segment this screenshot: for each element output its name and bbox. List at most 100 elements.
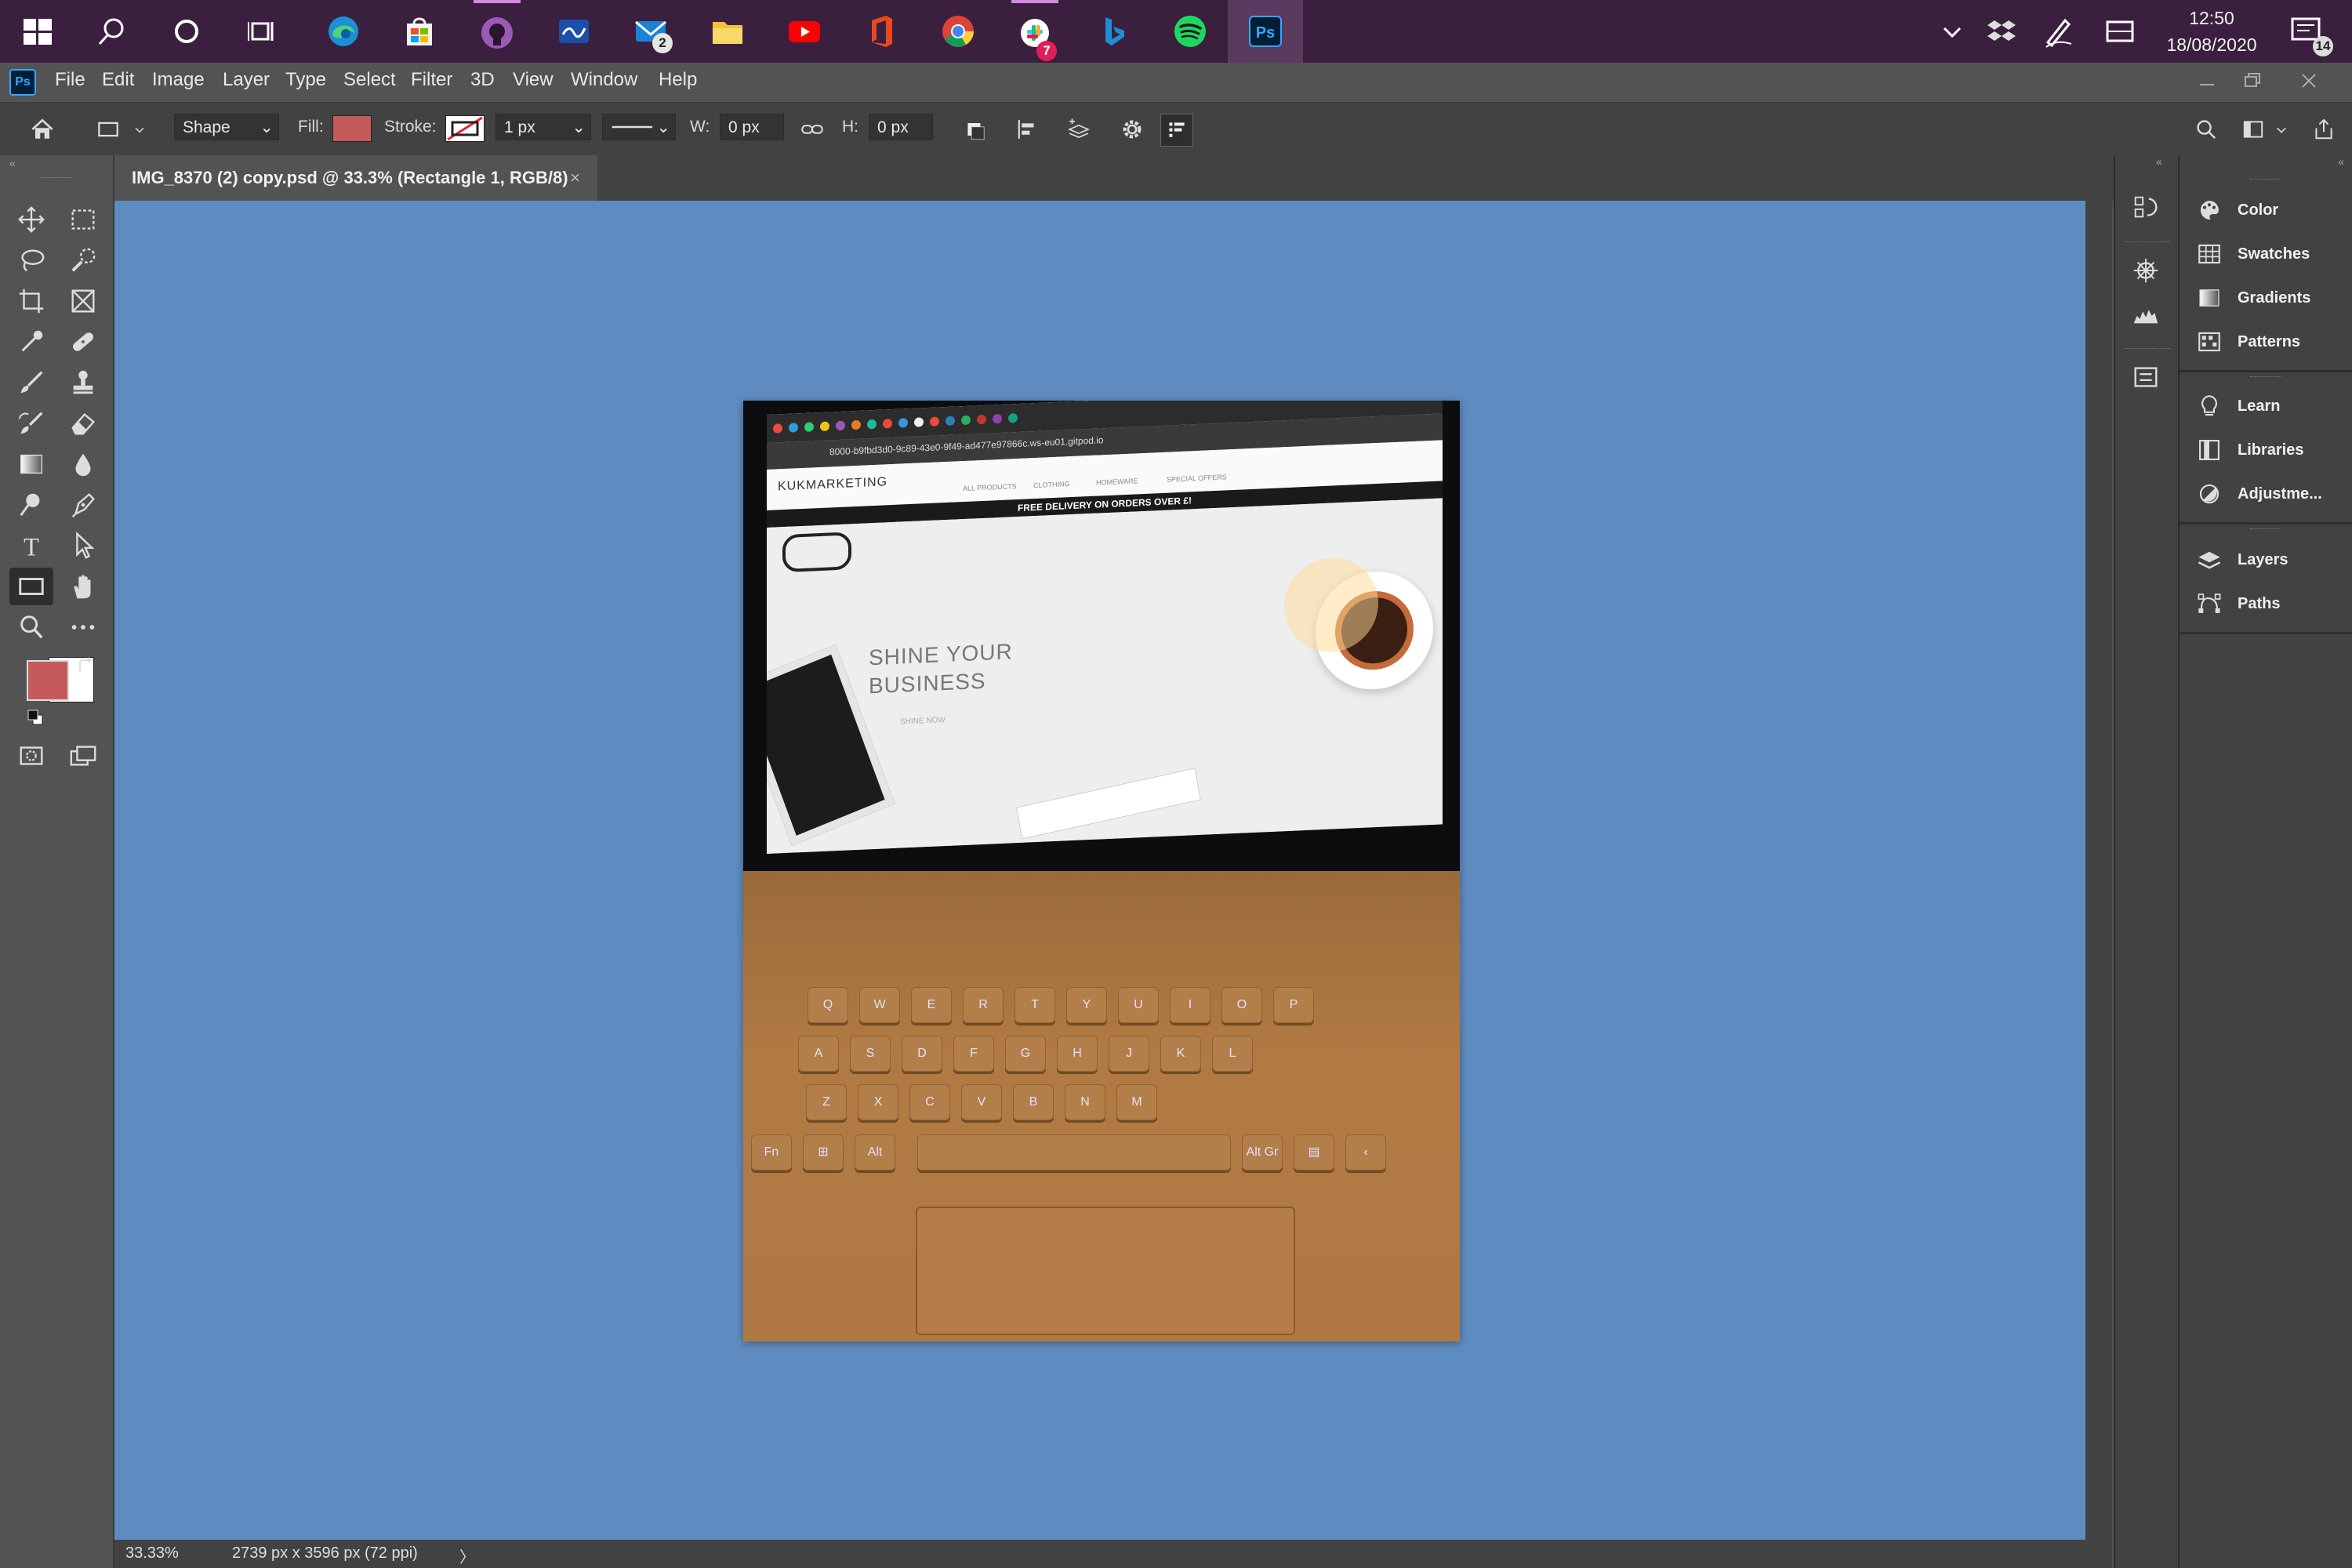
path-alignment-icon[interactable] (1011, 114, 1043, 145)
menu-filter[interactable]: Filter (411, 69, 452, 91)
cortana-icon[interactable] (163, 8, 210, 55)
stroke-type-select[interactable]: ⌄ (602, 114, 676, 140)
frame-icon[interactable] (61, 282, 105, 320)
eraser-icon[interactable] (61, 405, 105, 442)
histogram-panel-icon[interactable] (2131, 299, 2162, 331)
height-field[interactable]: 0 px (869, 114, 933, 140)
more-tools-icon[interactable] (61, 608, 105, 646)
microsoft-store-icon[interactable] (396, 8, 443, 55)
collapse-left-icon[interactable]: « (9, 157, 16, 169)
panel-paths[interactable]: Paths (2180, 582, 2352, 626)
close-tab-icon[interactable]: × (570, 155, 580, 201)
menu-layer[interactable]: Layer (223, 69, 270, 91)
menu-type[interactable]: Type (285, 69, 326, 91)
close-window-icon[interactable] (2297, 69, 2321, 93)
menu-image[interactable]: Image (152, 69, 205, 91)
task-view-icon[interactable] (239, 8, 286, 55)
whiteboard-icon[interactable] (550, 8, 597, 55)
stroke-swatch[interactable] (445, 115, 485, 142)
chevron-up-icon[interactable] (1929, 8, 1976, 55)
search-icon[interactable] (2190, 114, 2222, 145)
menu-file[interactable]: File (55, 69, 85, 91)
chevron-down-icon[interactable] (2274, 114, 2289, 145)
history-brush-icon[interactable] (9, 405, 53, 442)
spotify-icon[interactable] (1167, 8, 1214, 55)
restore-icon[interactable] (2241, 69, 2264, 93)
document-tab[interactable]: IMG_8370 (2) copy.psd @ 33.3% (Rectangle… (114, 155, 597, 201)
brush-icon[interactable] (9, 364, 53, 401)
panel-swatches[interactable]: Swatches (2180, 232, 2352, 276)
history-panel-icon[interactable] (2131, 193, 2162, 224)
path-selection-icon[interactable] (61, 527, 105, 564)
crop-icon[interactable] (9, 282, 53, 320)
workspace-icon[interactable] (2238, 114, 2269, 145)
foreground-color-swatch[interactable] (27, 660, 69, 701)
office-icon[interactable] (858, 8, 905, 55)
quick-selection-icon[interactable] (61, 241, 105, 279)
panel-patterns[interactable]: Patterns (2180, 320, 2352, 364)
vertical-scrollbar[interactable] (2085, 201, 2112, 1540)
search-icon[interactable] (88, 8, 135, 55)
dodge-icon[interactable] (9, 486, 53, 524)
rectangle-tool-icon[interactable] (9, 568, 53, 605)
menu-select[interactable]: Select (343, 69, 396, 91)
properties-panel-icon[interactable] (2131, 362, 2162, 394)
dropbox-icon[interactable] (1978, 8, 2025, 55)
edge-icon[interactable] (320, 8, 367, 55)
github-icon[interactable] (474, 0, 521, 63)
quick-mask-icon[interactable] (9, 737, 53, 775)
file-explorer-icon[interactable] (704, 8, 751, 55)
home-icon[interactable] (27, 114, 58, 145)
keyboard-tray-icon[interactable] (2096, 8, 2143, 55)
screen-mode-icon[interactable] (61, 737, 105, 775)
system-clock[interactable]: 12:50 18/08/2020 (2161, 5, 2263, 58)
gradient-icon[interactable] (9, 445, 53, 483)
panel-layers[interactable]: Layers (2180, 538, 2352, 582)
panel-learn[interactable]: Learn (2180, 384, 2352, 428)
panel-gradients[interactable]: Gradients (2180, 276, 2352, 320)
path-operations-icon[interactable] (960, 114, 991, 145)
rectangular-marquee-icon[interactable] (61, 201, 105, 238)
stroke-width-field[interactable]: 1 px ⌄ (495, 114, 591, 140)
collapse-dock-icon[interactable]: « (2156, 155, 2162, 168)
fill-swatch[interactable] (332, 115, 372, 142)
clone-stamp-icon[interactable] (61, 364, 105, 401)
menu-3d[interactable]: 3D (470, 69, 495, 91)
shape-mode-select[interactable]: Shape ⌄ (174, 114, 279, 140)
status-menu-arrow-icon[interactable]: 〉 (459, 1544, 475, 1567)
rectangle-preset-icon[interactable] (93, 114, 124, 145)
link-icon[interactable] (797, 114, 828, 145)
document-canvas[interactable]: 8000-b9fbd3d0-9c89-43e0-9f49-ad477e97866… (114, 201, 2085, 1540)
share-icon[interactable] (2308, 114, 2339, 145)
default-colors-icon[interactable] (27, 709, 44, 726)
slack-icon[interactable]: 7 (1011, 0, 1058, 63)
gear-icon[interactable] (1116, 114, 1148, 145)
minimize-icon[interactable] (2195, 72, 2219, 96)
panel-adjustments[interactable]: Adjustme... (2180, 472, 2352, 516)
menu-view[interactable]: View (513, 69, 554, 91)
pen-ink-icon[interactable] (2035, 8, 2082, 55)
align-edges-icon[interactable] (1160, 114, 1193, 147)
hand-icon[interactable] (61, 568, 105, 605)
zoom-level[interactable]: 33.33% (125, 1544, 179, 1563)
photoshop-taskbar-icon[interactable]: Ps (1228, 0, 1303, 63)
lasso-icon[interactable] (9, 241, 53, 279)
photoshop-app-icon[interactable]: Ps (9, 69, 36, 96)
windows-start-icon[interactable] (14, 8, 61, 55)
mail-icon[interactable]: 2 (627, 8, 674, 55)
type-icon[interactable]: T (9, 527, 53, 564)
chrome-icon[interactable] (935, 8, 982, 55)
menu-help[interactable]: Help (659, 69, 697, 91)
blur-drop-icon[interactable] (61, 445, 105, 483)
collapse-panels-icon[interactable]: « (2338, 155, 2344, 168)
width-field[interactable]: 0 px (720, 114, 784, 140)
healing-brush-icon[interactable] (61, 323, 105, 361)
menu-edit[interactable]: Edit (102, 69, 134, 91)
bing-icon[interactable] (1090, 8, 1137, 55)
eyedropper-icon[interactable] (9, 323, 53, 361)
panel-libraries[interactable]: Libraries (2180, 428, 2352, 472)
zoom-icon[interactable] (9, 608, 53, 646)
chevron-down-icon[interactable] (130, 114, 149, 145)
notification-center-icon[interactable]: 14 (2283, 8, 2333, 56)
youtube-icon[interactable] (781, 8, 828, 55)
